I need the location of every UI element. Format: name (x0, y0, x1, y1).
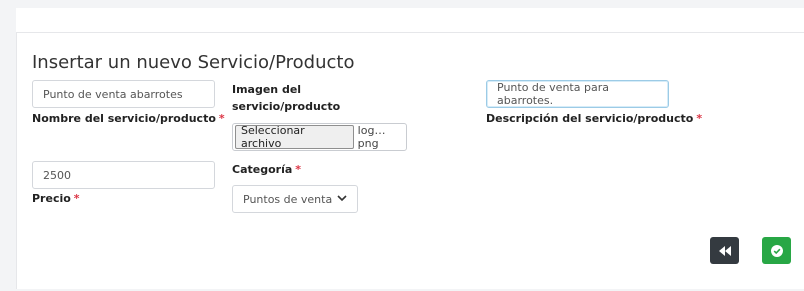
description-input[interactable]: Punto de venta para abarrotes. (486, 80, 669, 108)
category-selected: Puntos de venta (243, 192, 333, 206)
submit-button[interactable] (762, 237, 791, 264)
page-title: Insertar un nuevo Servicio/Producto (32, 52, 355, 73)
category-select[interactable]: Puntos de venta (232, 185, 358, 213)
service-name-label-text: Nombre del servicio/producto (32, 112, 216, 125)
image-file-input[interactable]: Seleccionar archivo log…png (232, 123, 407, 151)
chevron-down-icon (337, 194, 347, 205)
card-header (16, 8, 804, 32)
description-label: Descripción del servicio/producto * (486, 110, 702, 127)
category-label-text: Categoría (232, 163, 293, 176)
price-input[interactable]: 2500 (32, 161, 215, 189)
price-label: Precio * (32, 190, 80, 207)
service-name-input[interactable]: Punto de venta abarrotes (32, 80, 215, 108)
required-mark: * (696, 112, 703, 125)
service-name-label: Nombre del servicio/producto * (32, 110, 225, 127)
back-button[interactable] (710, 237, 739, 264)
file-name: log…png (357, 124, 386, 150)
category-label: Categoría * (232, 161, 301, 178)
price-label-text: Precio (32, 192, 71, 205)
rewind-icon (718, 245, 731, 256)
description-label-text: Descripción del servicio/producto (486, 112, 694, 125)
check-circle-icon (770, 244, 783, 257)
required-mark: * (295, 163, 302, 176)
required-mark: * (73, 192, 80, 205)
choose-file-button[interactable]: Seleccionar archivo (235, 124, 354, 150)
required-mark: * (218, 112, 225, 125)
image-label: Imagen del servicio/producto (232, 83, 341, 113)
